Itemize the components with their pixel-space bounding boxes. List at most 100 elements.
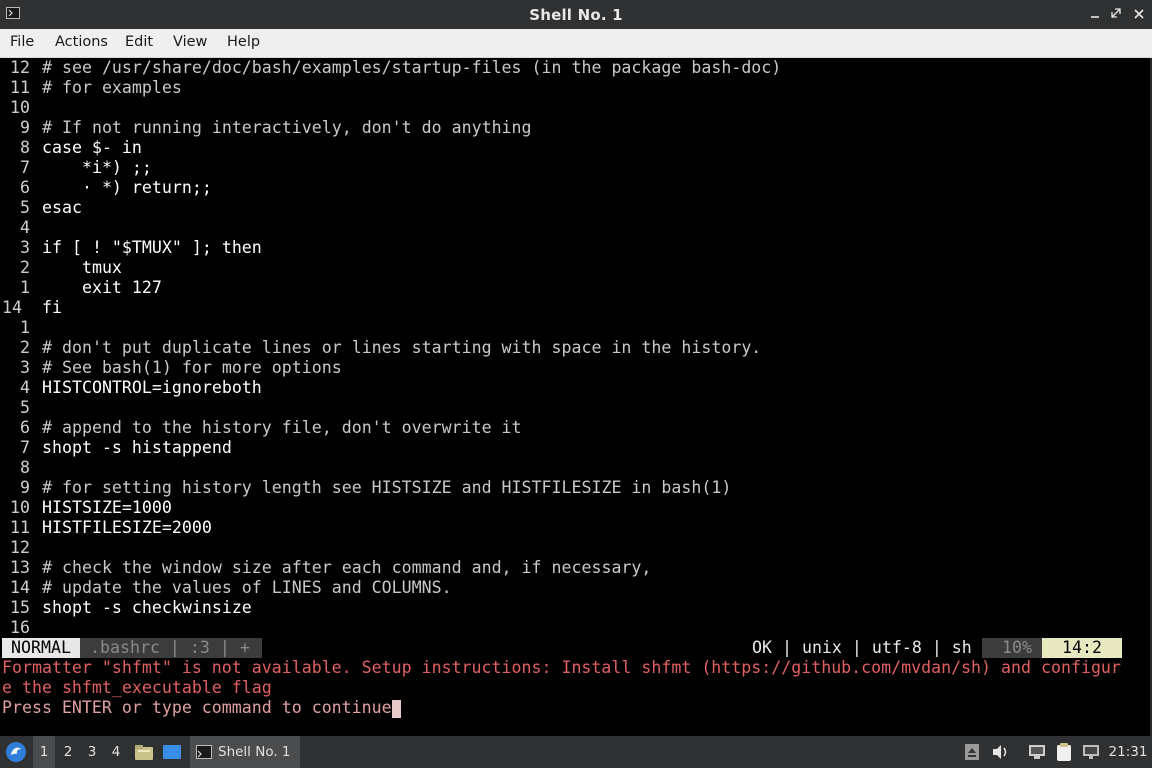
line-number: 9 xyxy=(20,118,30,137)
network-icon[interactable] xyxy=(1026,736,1048,768)
editor-line: 3 # See bash(1) for more options xyxy=(0,358,342,378)
line-text: esac xyxy=(42,198,82,217)
menu-file[interactable]: File xyxy=(10,34,34,50)
editor-line: 6 · *) return;; xyxy=(0,178,212,198)
line-text: exit 127 xyxy=(42,278,162,297)
editor-line: 1 exit 127 xyxy=(0,278,162,298)
line-text: # for setting history length see HISTSIZ… xyxy=(42,478,732,497)
line-number: 5 xyxy=(20,398,30,417)
line-text: · *) return;; xyxy=(42,178,212,197)
line-text xyxy=(40,538,42,557)
line-number: 10 xyxy=(10,498,30,517)
line-text: # don't put duplicate lines or lines sta… xyxy=(42,338,762,357)
workspace-2[interactable]: 2 xyxy=(57,736,79,768)
line-number: 6 xyxy=(20,178,30,197)
editor-line: 9 # for setting history length see HISTSI… xyxy=(0,478,731,498)
editor-line: 7 shopt -s histappend xyxy=(0,438,232,458)
line-text: shopt -s histappend xyxy=(42,438,232,457)
menu-actions[interactable]: Actions xyxy=(55,34,108,50)
editor-line: 4 xyxy=(0,218,42,238)
editor-line: 16 xyxy=(0,618,42,638)
menu-edit[interactable]: Edit xyxy=(125,34,153,50)
terminal-icon xyxy=(196,745,212,759)
mode-indicator: NORMAL xyxy=(2,638,80,658)
close-button[interactable] xyxy=(1130,5,1148,23)
line-text: case $- in xyxy=(42,138,142,157)
window-title: Shell No. 1 xyxy=(529,6,623,24)
line-text: # for examples xyxy=(42,78,182,97)
line-number: 5 xyxy=(20,198,30,217)
editor-line: 9 # If not running interactively, don't d… xyxy=(0,118,532,138)
editor-line: 11 HISTFILESIZE=2000 xyxy=(0,518,212,538)
line-text: fi xyxy=(42,298,62,317)
clock[interactable]: 21:31 xyxy=(1106,736,1150,768)
menu-help[interactable]: Help xyxy=(227,34,260,50)
editor-line: 8 xyxy=(0,458,42,478)
editor-line: 7 *i*) ;; xyxy=(0,158,152,178)
workspace-1[interactable]: 1 xyxy=(33,736,55,768)
line-number: 3 xyxy=(20,238,30,257)
line-text xyxy=(40,618,42,637)
line-text: # See bash(1) for more options xyxy=(42,358,342,377)
error-message-line-1: Formatter "shfmt" is not available. Setu… xyxy=(2,658,1121,677)
line-number: 12 xyxy=(10,58,30,77)
file-manager-icon[interactable] xyxy=(132,736,156,768)
desktop-icon[interactable] xyxy=(160,736,184,768)
vim-status-line: NORMAL .bashrc | :3 | + OK | unix | utf-… xyxy=(0,638,1122,658)
line-number: 9 xyxy=(20,478,30,497)
volume-icon[interactable] xyxy=(990,736,1012,768)
menu-bar: File Actions Edit View Help xyxy=(0,29,1152,58)
clipboard-icon[interactable] xyxy=(1052,736,1076,768)
editor-line: 3 if [ ! "$TMUX" ]; then xyxy=(0,238,262,258)
cursor-position: 14:2 xyxy=(1042,638,1122,658)
editor-line: 5 esac xyxy=(0,198,82,218)
line-text xyxy=(40,458,42,477)
start-menu-icon[interactable] xyxy=(2,736,30,768)
editor-line: 11 # for examples xyxy=(0,78,182,98)
editor-line: 15 shopt -s checkwinsize xyxy=(0,598,252,618)
editor-line: 10 HISTSIZE=1000 xyxy=(0,498,172,518)
editor-line: 2 tmux xyxy=(0,258,122,278)
title-bar: Shell No. 1 xyxy=(0,0,1152,29)
line-number: 15 xyxy=(10,598,30,617)
display-icon[interactable] xyxy=(1080,736,1102,768)
continue-prompt-text: Press ENTER or type command to continue xyxy=(2,698,392,717)
eject-icon[interactable] xyxy=(962,736,982,768)
editor-line: 4 HISTCONTROL=ignoreboth xyxy=(0,378,262,398)
restore-button[interactable] xyxy=(1108,5,1126,23)
line-text: # If not running interactively, don't do… xyxy=(42,118,532,137)
workspace-3[interactable]: 3 xyxy=(81,736,103,768)
line-text: shopt -s checkwinsize xyxy=(42,598,252,617)
line-number: 14 xyxy=(2,298,22,317)
line-text: # update the values of LINES and COLUMNS… xyxy=(42,578,452,597)
line-number: 3 xyxy=(20,358,30,377)
line-text: # check the window size after each comma… xyxy=(42,558,652,577)
line-text xyxy=(40,218,42,237)
line-number: 2 xyxy=(20,258,30,277)
line-number: 8 xyxy=(20,458,30,477)
line-text: # see /usr/share/doc/bash/examples/start… xyxy=(42,58,782,77)
line-number: 2 xyxy=(20,338,30,357)
line-text: # append to the history file, don't over… xyxy=(42,418,522,437)
taskbar: 1 2 3 4 Shell No. 1 21:31 xyxy=(0,736,1152,768)
line-text xyxy=(40,398,42,417)
menu-view[interactable]: View xyxy=(173,34,207,50)
line-number: 8 xyxy=(20,138,30,157)
minimize-button[interactable] xyxy=(1086,5,1104,23)
line-number: 10 xyxy=(10,98,30,117)
editor-line: 6 # append to the history file, don't ove… xyxy=(0,418,522,438)
editor-line: 5 xyxy=(0,398,42,418)
taskbar-window-button[interactable]: Shell No. 1 xyxy=(190,736,300,768)
editor-line: 1 xyxy=(0,318,42,338)
editor-line: 12 xyxy=(0,538,42,558)
file-format-info: OK | unix | utf-8 | sh xyxy=(752,638,972,657)
workspace-4[interactable]: 4 xyxy=(105,736,127,768)
line-number: 1 xyxy=(20,278,30,297)
editor-line: 2 # don't put duplicate lines or lines st… xyxy=(0,338,761,358)
line-text: HISTSIZE=1000 xyxy=(42,498,172,517)
line-text: HISTCONTROL=ignoreboth xyxy=(42,378,262,397)
line-text: tmux xyxy=(42,258,122,277)
line-number: 4 xyxy=(20,218,30,237)
continue-prompt[interactable]: Press ENTER or type command to continue xyxy=(2,698,401,718)
terminal-area[interactable]: 12 # see /usr/share/doc/bash/examples/sta… xyxy=(0,58,1152,736)
